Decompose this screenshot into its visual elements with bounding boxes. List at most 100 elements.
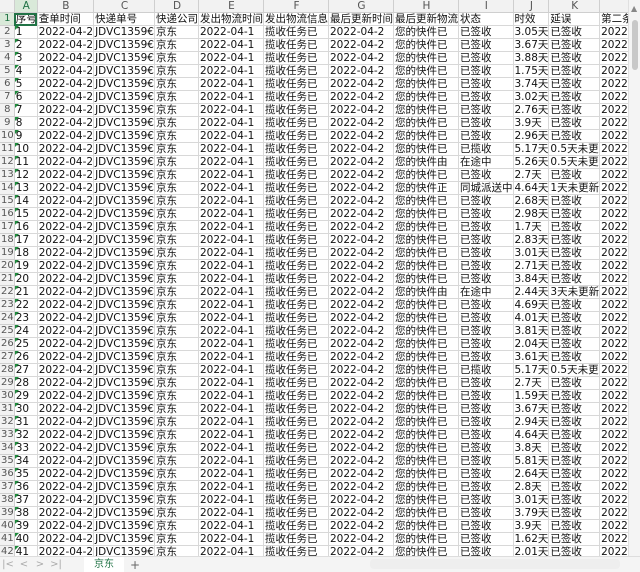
- cell-delay[interactable]: 已签收: [549, 169, 600, 182]
- cell-last-update-info[interactable]: 您的快件由: [394, 286, 459, 299]
- cell-last-update-info[interactable]: 您的快件已: [394, 442, 459, 455]
- cell-query-time[interactable]: 2022-04-2: [37, 364, 93, 377]
- row-header[interactable]: 11: [0, 143, 14, 156]
- cell-last-update-info[interactable]: 您的快件已: [394, 234, 459, 247]
- cell-delay[interactable]: 已签收: [549, 91, 600, 104]
- cell-last-update-time[interactable]: 2022-04-2: [329, 377, 394, 390]
- cell-duration[interactable]: 4.64天: [513, 182, 549, 195]
- sheet-tab-jingdong[interactable]: 京东: [84, 557, 124, 572]
- row-header[interactable]: 37: [0, 481, 14, 494]
- row-header[interactable]: 31: [0, 403, 14, 416]
- cell-status[interactable]: 已签收: [459, 494, 514, 507]
- cell-status[interactable]: 已签收: [459, 455, 514, 468]
- cell-status[interactable]: 已签收: [459, 130, 514, 143]
- cell-seq[interactable]: 7: [14, 104, 37, 117]
- cell-query-time[interactable]: 2022-04-2: [37, 429, 93, 442]
- cell-duration[interactable]: 3.01天: [513, 494, 549, 507]
- cell-query-time[interactable]: 2022-04-2: [37, 247, 93, 260]
- cell-courier[interactable]: 京东: [155, 351, 199, 364]
- cell-duration[interactable]: 2.44天: [513, 286, 549, 299]
- cell-status[interactable]: 已签收: [459, 299, 514, 312]
- cell-delay[interactable]: 已签收: [549, 377, 600, 390]
- cell-tracking-no[interactable]: JDVC1359€: [94, 221, 155, 234]
- column-header-D[interactable]: D: [155, 0, 199, 13]
- cell-status[interactable]: 已签收: [459, 546, 514, 556]
- cell-second-time[interactable]: 2022-04-1: [600, 416, 628, 429]
- cell-courier[interactable]: 京东: [155, 533, 199, 546]
- cell-last-update-time[interactable]: 2022-04-2: [329, 104, 394, 117]
- cell-last-update-info[interactable]: 您的快件已: [394, 533, 459, 546]
- cell-tracking-no[interactable]: JDVC1359€: [94, 169, 155, 182]
- cell-last-update-info[interactable]: 您的快件已: [394, 455, 459, 468]
- cell-second-time[interactable]: 2022-04-1: [600, 104, 628, 117]
- cell-send-time[interactable]: 2022-04-1: [199, 468, 264, 481]
- cell-delay[interactable]: 已签收: [549, 494, 600, 507]
- cell-courier[interactable]: 京东: [155, 481, 199, 494]
- cell-status[interactable]: 已签收: [459, 26, 514, 39]
- cell-status[interactable]: 已签收: [459, 78, 514, 91]
- cell-delay[interactable]: 已签收: [549, 442, 600, 455]
- cell-send-time[interactable]: 2022-04-1: [199, 429, 264, 442]
- column-header-J[interactable]: J: [513, 0, 549, 13]
- cell-query-time[interactable]: 2022-04-2: [37, 156, 93, 169]
- cell-tracking-no[interactable]: JDVC1359€: [94, 338, 155, 351]
- cell-send-time[interactable]: 2022-04-1: [199, 390, 264, 403]
- cell-send-time[interactable]: 2022-04-1: [199, 182, 264, 195]
- cell-second-time[interactable]: 2022-04-1: [600, 442, 628, 455]
- cell-send-info[interactable]: 揽收任务已: [264, 455, 329, 468]
- cell-send-time[interactable]: 2022-04-1: [199, 416, 264, 429]
- cell-status[interactable]: 已签收: [459, 117, 514, 130]
- cell-tracking-no[interactable]: JDVC1359€: [94, 117, 155, 130]
- cell-second-time[interactable]: 2022-04-1: [600, 26, 628, 39]
- cell-tracking-no[interactable]: JDVC1359€: [94, 130, 155, 143]
- cell-duration[interactable]: 3.8天: [513, 442, 549, 455]
- row-header[interactable]: 39: [0, 507, 14, 520]
- cell-duration[interactable]: 5.26天: [513, 156, 549, 169]
- column-header-I[interactable]: I: [459, 0, 514, 13]
- cell-seq[interactable]: 20: [14, 273, 37, 286]
- cell-courier[interactable]: 京东: [155, 130, 199, 143]
- cell-courier[interactable]: 京东: [155, 507, 199, 520]
- cell-second-time[interactable]: 2022-04-1: [600, 507, 628, 520]
- row-header[interactable]: 13: [0, 169, 14, 182]
- cell-send-info[interactable]: 揽收任务已: [264, 533, 329, 546]
- cell-second-time[interactable]: 2022-04-1: [600, 390, 628, 403]
- cell-send-info[interactable]: 揽收任务已: [264, 234, 329, 247]
- cell-send-time[interactable]: 2022-04-1: [199, 26, 264, 39]
- row-header[interactable]: 21: [0, 273, 14, 286]
- header-cell[interactable]: 时效: [513, 13, 549, 26]
- cell-courier[interactable]: 京东: [155, 182, 199, 195]
- cell-seq[interactable]: 35: [14, 468, 37, 481]
- cell-second-time[interactable]: 2022-04-1: [600, 156, 628, 169]
- cell-duration[interactable]: 5.81天: [513, 455, 549, 468]
- cell-last-update-time[interactable]: 2022-04-2: [329, 520, 394, 533]
- cell-send-info[interactable]: 揽收任务已: [264, 143, 329, 156]
- cell-last-update-info[interactable]: 您的快件已: [394, 195, 459, 208]
- cell-last-update-info[interactable]: 您的快件已: [394, 208, 459, 221]
- cell-query-time[interactable]: 2022-04-2: [37, 312, 93, 325]
- cell-query-time[interactable]: 2022-04-2: [37, 416, 93, 429]
- cell-last-update-time[interactable]: 2022-04-2: [329, 494, 394, 507]
- cell-last-update-time[interactable]: 2022-04-2: [329, 26, 394, 39]
- cell-send-info[interactable]: 揽收任务已: [264, 247, 329, 260]
- cell-status[interactable]: 已签收: [459, 429, 514, 442]
- cell-seq[interactable]: 21: [14, 286, 37, 299]
- cell-send-time[interactable]: 2022-04-1: [199, 312, 264, 325]
- cell-query-time[interactable]: 2022-04-2: [37, 26, 93, 39]
- cell-duration[interactable]: 2.94天: [513, 416, 549, 429]
- cell-last-update-time[interactable]: 2022-04-2: [329, 39, 394, 52]
- cell-tracking-no[interactable]: JDVC1359€: [94, 52, 155, 65]
- cell-tracking-no[interactable]: JDVC1359€: [94, 364, 155, 377]
- row-header[interactable]: 28: [0, 364, 14, 377]
- cell-courier[interactable]: 京东: [155, 169, 199, 182]
- cell-last-update-info[interactable]: 您的快件已: [394, 117, 459, 130]
- cell-seq[interactable]: 40: [14, 533, 37, 546]
- cell-duration[interactable]: 4.01天: [513, 312, 549, 325]
- cell-second-time[interactable]: 2022-04-1: [600, 312, 628, 325]
- cell-courier[interactable]: 京东: [155, 104, 199, 117]
- header-cell[interactable]: 查单时间: [37, 13, 93, 26]
- cell-tracking-no[interactable]: JDVC1359€: [94, 299, 155, 312]
- column-header-E[interactable]: E: [199, 0, 264, 13]
- cell-delay[interactable]: 已签收: [549, 52, 600, 65]
- cell-courier[interactable]: 京东: [155, 299, 199, 312]
